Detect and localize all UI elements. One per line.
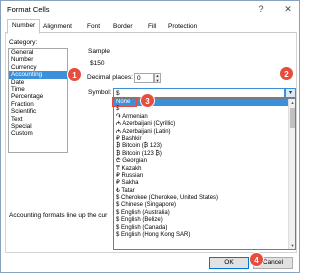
symbol-option[interactable]: $ Cherokee (Cherokee, United States) bbox=[114, 195, 295, 202]
category-item[interactable]: Date bbox=[9, 79, 67, 86]
symbol-option[interactable]: ₺ Tatar bbox=[114, 188, 295, 195]
close-button[interactable]: ✕ bbox=[281, 3, 295, 16]
scrollbar-thumb[interactable] bbox=[290, 108, 295, 128]
chevron-down-icon[interactable]: ▾ bbox=[285, 88, 296, 98]
description-text: Accounting formats line up the cur bbox=[9, 212, 108, 219]
dialog-title: Format Cells bbox=[7, 5, 50, 14]
title-bar: Format Cells ? ✕ bbox=[1, 1, 299, 19]
step-marker-4: 4 bbox=[249, 252, 264, 267]
tab-number[interactable]: Number bbox=[7, 19, 41, 34]
tab-protection[interactable]: Protection bbox=[164, 21, 201, 33]
decimal-spinner[interactable]: ▲ ▼ bbox=[154, 73, 161, 83]
decimal-places-input[interactable]: 0 bbox=[134, 73, 154, 83]
format-cells-dialog: Format Cells ? ✕ Number Alignment Font B… bbox=[0, 0, 300, 273]
symbol-option[interactable]: $ English (Canada) bbox=[114, 225, 295, 232]
help-button[interactable]: ? bbox=[254, 3, 268, 16]
category-item[interactable]: Fraction bbox=[9, 101, 67, 108]
symbol-option[interactable]: ₼ Azerbaijani (Latin) bbox=[114, 129, 295, 136]
symbol-option[interactable]: $ English (Australia) bbox=[114, 210, 295, 217]
tab-strip: Number Alignment Font Border Fill Protec… bbox=[5, 19, 297, 34]
category-item[interactable]: Currency bbox=[9, 64, 67, 71]
symbol-dropdown-list[interactable]: None $ ֏ Armenian ₼ Azerbaijani (Cyrilli… bbox=[113, 98, 296, 250]
category-item[interactable]: Time bbox=[9, 86, 67, 93]
symbol-option[interactable]: ₿ Bitcoin (₿ 123) bbox=[114, 143, 295, 150]
category-item[interactable]: General bbox=[9, 49, 67, 56]
step-marker-2: 2 bbox=[279, 66, 294, 81]
scroll-up-icon[interactable]: ▲ bbox=[289, 99, 295, 106]
highlight-box bbox=[112, 97, 137, 107]
dropdown-scrollbar[interactable]: ▲ ▼ bbox=[288, 99, 295, 249]
symbol-option[interactable]: ₸ Kazakh bbox=[114, 166, 295, 173]
symbol-option[interactable]: ₽ Russian bbox=[114, 173, 295, 180]
ok-button[interactable]: OK bbox=[209, 257, 249, 269]
symbol-option[interactable]: $ Chinese (Singapore) bbox=[114, 202, 295, 209]
symbol-option[interactable]: ₼ Azerbaijani (Cyrillic) bbox=[114, 121, 295, 128]
tab-fill[interactable]: Fill bbox=[144, 21, 160, 33]
symbol-option[interactable]: $ English (Hong Kong SAR) bbox=[114, 232, 295, 239]
category-item[interactable]: Number bbox=[9, 56, 67, 63]
symbol-option[interactable]: ₾ Georgian bbox=[114, 158, 295, 165]
symbol-label: Symbol: bbox=[88, 89, 112, 96]
category-item[interactable]: Percentage bbox=[9, 93, 67, 100]
category-item[interactable]: Custom bbox=[9, 130, 67, 137]
symbol-option[interactable]: ₽ Sakha bbox=[114, 180, 295, 187]
sample-value: $150 bbox=[90, 60, 105, 67]
tab-border[interactable]: Border bbox=[109, 21, 137, 33]
category-item[interactable]: Special bbox=[9, 123, 67, 130]
step-marker-3: 3 bbox=[140, 93, 155, 108]
category-item[interactable]: Text bbox=[9, 116, 67, 123]
symbol-select[interactable]: $ bbox=[113, 88, 285, 98]
scroll-down-icon[interactable]: ▼ bbox=[289, 242, 295, 249]
symbol-option[interactable]: $ bbox=[114, 106, 295, 113]
category-item-selected[interactable]: Accounting bbox=[9, 71, 67, 79]
tab-alignment[interactable]: Alignment bbox=[39, 21, 76, 33]
category-list[interactable]: General Number Currency Accounting Date … bbox=[8, 48, 68, 153]
tab-font[interactable]: Font bbox=[83, 21, 104, 33]
category-item[interactable]: Scientific bbox=[9, 108, 67, 115]
symbol-option[interactable]: $ English (Belize) bbox=[114, 217, 295, 224]
step-marker-1: 1 bbox=[67, 67, 82, 82]
decimal-places-label: Decimal places: bbox=[87, 74, 133, 81]
category-label: Category: bbox=[9, 39, 38, 46]
sample-label: Sample bbox=[88, 48, 111, 55]
